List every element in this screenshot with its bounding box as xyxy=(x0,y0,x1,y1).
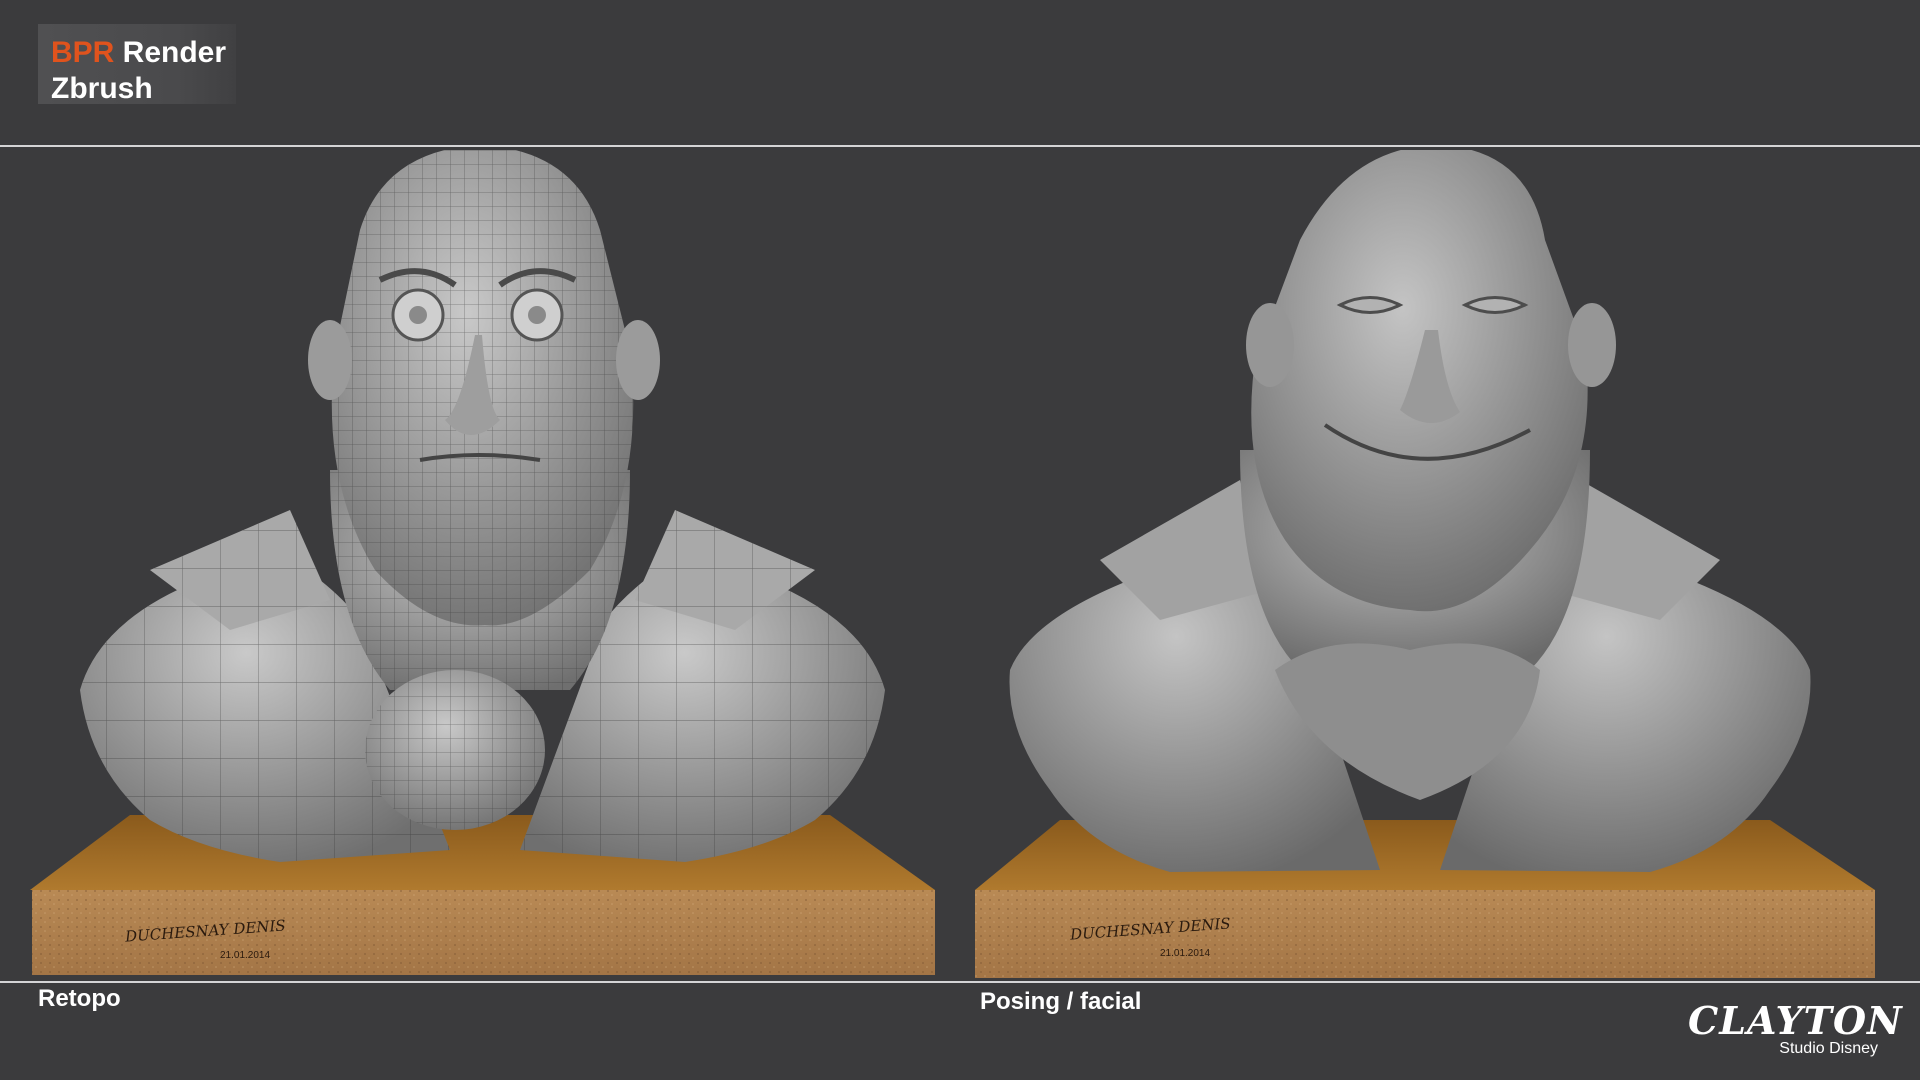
bottom-divider xyxy=(0,981,1920,983)
render-title-box: BPR Render Zbrush xyxy=(38,24,236,105)
render-title: BPR Render xyxy=(51,36,226,70)
caption-retopo: Retopo xyxy=(38,985,121,1012)
studio-logo: CLAYTON Studio Disney xyxy=(1688,998,1902,1062)
render-title-accent: BPR xyxy=(51,36,115,69)
top-divider xyxy=(0,145,1920,147)
right-signature-date: 21.01.2014 xyxy=(1160,948,1211,959)
logo-subtitle: Studio Disney xyxy=(1779,1040,1878,1057)
caption-posing: Posing / facial xyxy=(980,988,1142,1015)
posing-render: DUCHESNAY DENIS 21.01.2014 xyxy=(970,150,1875,980)
left-signature-date: 21.01.2014 xyxy=(220,950,271,961)
software-name: Zbrush xyxy=(51,72,153,105)
logo-wordmark: CLAYTON xyxy=(1688,998,1903,1043)
retopo-render: DUCHESNAY DENIS 21.01.2014 xyxy=(30,150,935,980)
render-title-rest: Render xyxy=(114,36,227,69)
